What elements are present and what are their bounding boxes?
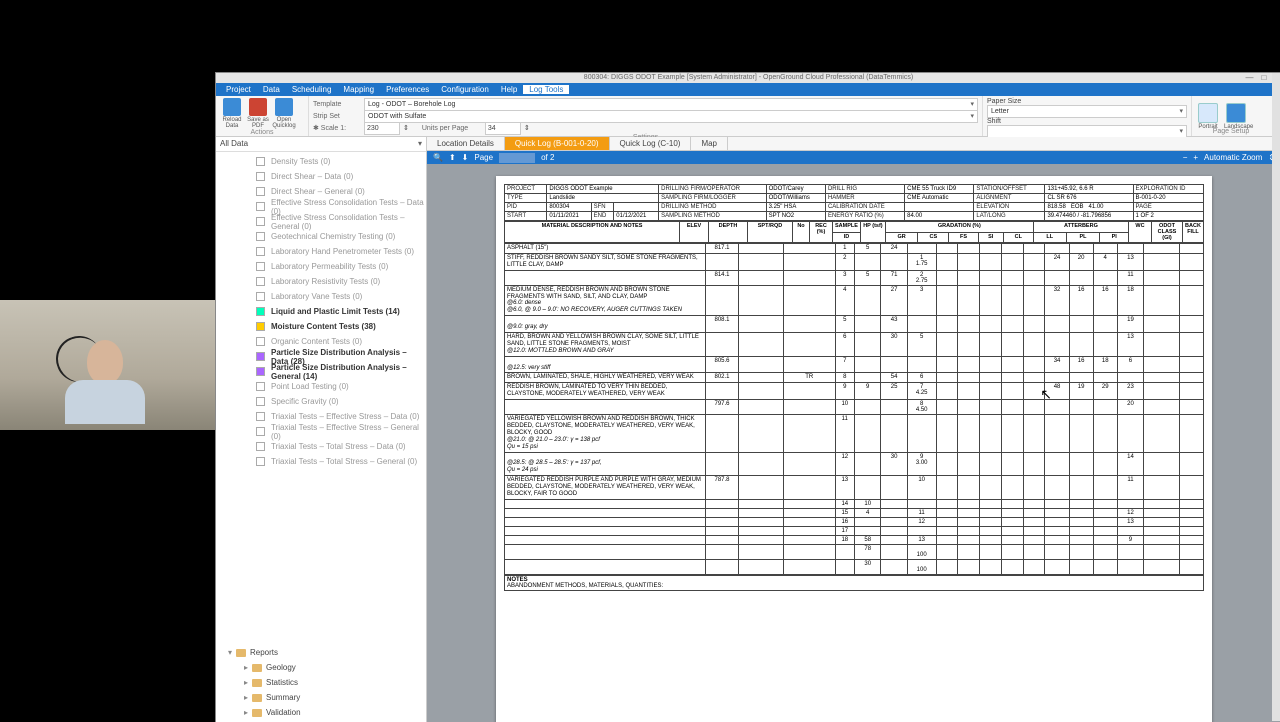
- tree-item[interactable]: Effective Stress Consolidation Tests – G…: [216, 214, 426, 229]
- open-quicklog-button[interactable]: Open Quicklog: [272, 98, 296, 129]
- tree-item[interactable]: Moisture Content Tests (38): [216, 319, 426, 334]
- page-input[interactable]: [499, 153, 535, 163]
- document-viewport[interactable]: ↖ PROJECTDIGGS ODOT Example DRILLING FIR…: [427, 164, 1280, 722]
- doc-tabs: Location DetailsQuick Log (B-001-0-20)Qu…: [427, 137, 1280, 151]
- log-sheet: ↖ PROJECTDIGGS ODOT Example DRILLING FIR…: [496, 176, 1212, 722]
- viewer-toolbar: 🔍 ⬆ ⬇ Page of 2 − + Automatic Zoom ⇕: [427, 151, 1280, 164]
- reload-data-button[interactable]: Reload Data: [220, 98, 244, 129]
- log-notes: NOTESABANDONMENT METHODS, MATERIALS, QUA…: [504, 575, 1204, 591]
- webcam-thumbnail: [0, 300, 215, 430]
- ribbon-tab[interactable]: Help: [495, 85, 523, 94]
- doc-tab[interactable]: Map: [691, 137, 728, 150]
- log-data-table: ASPHALT (15")817.11524STIFF, REDDISH BRO…: [504, 243, 1204, 575]
- zoom-in-icon[interactable]: +: [1193, 153, 1198, 162]
- window-title: 800304: DIGGS ODOT Example [System Admin…: [584, 74, 913, 81]
- side-panel: All Data Density Tests (0)Direct Shear –…: [216, 137, 427, 722]
- tree-item[interactable]: Particle Size Distribution Analysis – Ge…: [216, 364, 426, 379]
- tree-item[interactable]: Point Load Testing (0): [216, 379, 426, 394]
- ribbon: Reload Data Save as PDF Open Quicklog Ac…: [216, 96, 1280, 137]
- ribbon-tab[interactable]: Mapping: [337, 85, 380, 94]
- zoom-out-icon[interactable]: −: [1183, 153, 1188, 162]
- min-button[interactable]: —: [1245, 73, 1253, 83]
- scrollbar[interactable]: [1272, 73, 1280, 721]
- scale-input[interactable]: 230: [364, 122, 400, 135]
- tree-item[interactable]: Laboratory Vane Tests (0): [216, 289, 426, 304]
- ribbon-tab[interactable]: Configuration: [435, 85, 495, 94]
- titlebar: 800304: DIGGS ODOT Example [System Admin…: [216, 73, 1280, 83]
- ribbon-tabs: ProjectDataSchedulingMappingPreferencesC…: [216, 83, 1280, 96]
- ribbon-tab[interactable]: Scheduling: [286, 85, 338, 94]
- tree-item[interactable]: Triaxial Tests – Total Stress – Data (0): [216, 439, 426, 454]
- ribbon-tab[interactable]: Data: [257, 85, 286, 94]
- tree-item[interactable]: Liquid and Plastic Limit Tests (14): [216, 304, 426, 319]
- tree-item[interactable]: Density Tests (0): [216, 154, 426, 169]
- tree-item[interactable]: Direct Shear – Data (0): [216, 169, 426, 184]
- log-column-headers: MATERIAL DESCRIPTION AND NOTES ELEV DEPT…: [504, 221, 1204, 243]
- search-icon[interactable]: 🔍: [433, 153, 443, 162]
- portrait-button[interactable]: Portrait: [1196, 103, 1220, 130]
- tree-item[interactable]: Laboratory Permeability Tests (0): [216, 259, 426, 274]
- test-tree: Density Tests (0)Direct Shear – Data (0)…: [216, 152, 426, 643]
- ribbon-tab[interactable]: Preferences: [380, 85, 435, 94]
- app-window: 800304: DIGGS ODOT Example [System Admin…: [215, 72, 1280, 722]
- folder-item[interactable]: ▸Summary: [216, 690, 426, 705]
- units-per-page-input[interactable]: 34: [485, 122, 521, 135]
- tree-item[interactable]: Geotechnical Chemistry Testing (0): [216, 229, 426, 244]
- folder-item[interactable]: ▾Reports: [216, 645, 426, 660]
- folder-item[interactable]: ▸Geology: [216, 660, 426, 675]
- log-header-table: PROJECTDIGGS ODOT Example DRILLING FIRM/…: [504, 184, 1204, 221]
- main-panel: Location DetailsQuick Log (B-001-0-20)Qu…: [427, 137, 1280, 722]
- papersize-dropdown[interactable]: Letter: [987, 105, 1187, 118]
- report-folders: ▾Reports▸Geology▸Statistics▸Summary▸Vali…: [216, 643, 426, 722]
- tree-item[interactable]: Specific Gravity (0): [216, 394, 426, 409]
- save-pdf-button[interactable]: Save as PDF: [246, 98, 270, 129]
- ribbon-tab[interactable]: Log Tools: [523, 85, 569, 94]
- ribbon-tab[interactable]: Project: [220, 85, 257, 94]
- max-button[interactable]: □: [1261, 73, 1266, 83]
- tree-item[interactable]: Laboratory Resistivity Tests (0): [216, 274, 426, 289]
- folder-item[interactable]: ▸Validation: [216, 705, 426, 720]
- tree-item[interactable]: Triaxial Tests – Effective Stress – Gene…: [216, 424, 426, 439]
- doc-tab[interactable]: Location Details: [427, 137, 505, 150]
- page-up-icon[interactable]: ⬆: [449, 153, 456, 162]
- folder-item[interactable]: ▸Statistics: [216, 675, 426, 690]
- tree-item[interactable]: Laboratory Hand Penetrometer Tests (0): [216, 244, 426, 259]
- doc-tab[interactable]: Quick Log (B-001-0-20): [505, 137, 610, 150]
- upp-stepper[interactable]: ⇕: [524, 124, 530, 132]
- landscape-button[interactable]: Landscape: [1224, 103, 1248, 130]
- scale-stepper[interactable]: ⇕: [403, 124, 409, 132]
- stripset-dropdown[interactable]: ODOT with Sulfate: [364, 110, 978, 123]
- doc-tab[interactable]: Quick Log (C-10): [610, 137, 692, 150]
- tree-item[interactable]: Triaxial Tests – Total Stress – General …: [216, 454, 426, 469]
- side-header[interactable]: All Data: [216, 137, 426, 152]
- page-down-icon[interactable]: ⬇: [462, 153, 469, 162]
